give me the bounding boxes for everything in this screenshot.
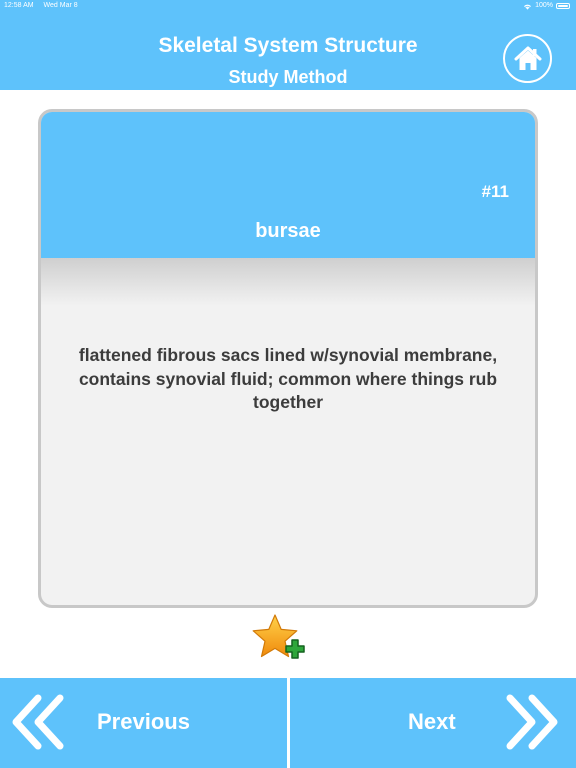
- previous-button[interactable]: Previous: [0, 678, 287, 768]
- previous-label: Previous: [97, 709, 190, 734]
- double-chevron-left-icon: [12, 694, 64, 750]
- page-title: Skeletal System Structure: [158, 34, 418, 57]
- flashcard-front: #11 bursae: [41, 112, 535, 258]
- status-time: 12:58 AM: [4, 2, 34, 9]
- wifi-icon: [524, 4, 532, 10]
- home-button[interactable]: [503, 34, 552, 83]
- status-bar: 12:58 AM Wed Mar 8 100%: [0, 0, 576, 12]
- flashcard[interactable]: #11 bursae flattened fibrous sacs lined …: [38, 109, 538, 608]
- card-definition: flattened fibrous sacs lined w/synovial …: [78, 345, 498, 412]
- home-icon: [514, 46, 541, 70]
- card-number: #11: [481, 182, 509, 201]
- footer-navigation: Previous Next: [0, 678, 576, 768]
- next-button[interactable]: Next: [290, 678, 576, 768]
- status-date: Wed Mar 8: [43, 2, 78, 9]
- card-divider-shadow: [41, 258, 535, 306]
- status-left: 12:58 AM Wed Mar 8: [4, 0, 86, 12]
- next-label: Next: [408, 709, 456, 734]
- double-chevron-right-icon: [506, 694, 558, 750]
- header: Skeletal System Structure Study Method: [0, 12, 576, 90]
- card-term: bursae: [255, 220, 321, 242]
- status-right: 100%: [523, 0, 570, 12]
- battery-icon: [556, 3, 570, 9]
- page-subtitle: Study Method: [228, 67, 348, 87]
- battery-percent: 100%: [535, 2, 553, 9]
- add-favorite-button[interactable]: [250, 613, 308, 669]
- star-plus-icon: [252, 614, 305, 659]
